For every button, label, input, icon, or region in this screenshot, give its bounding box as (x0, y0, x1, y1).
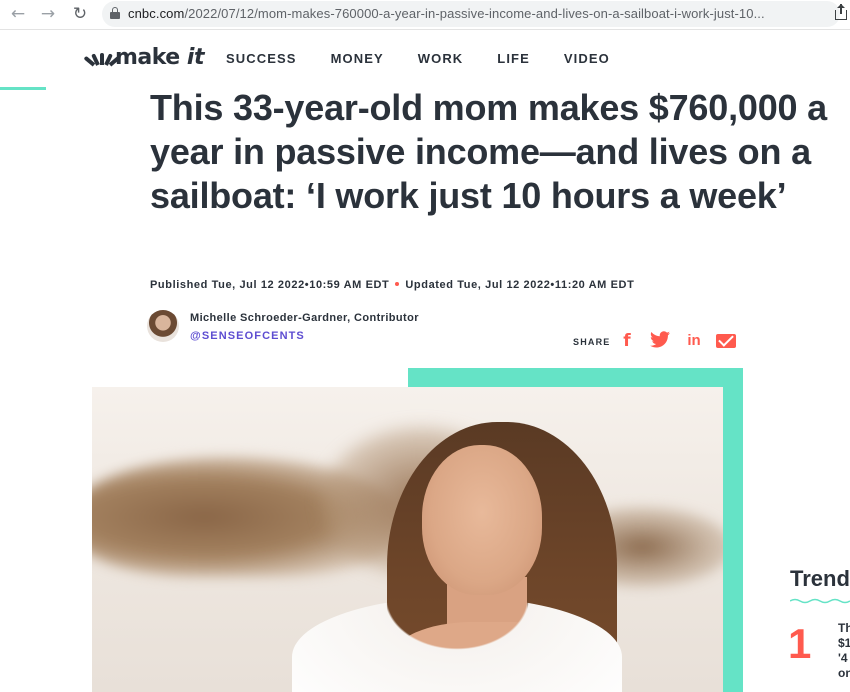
share-icon[interactable] (834, 4, 848, 20)
nav-success[interactable]: SUCCESS (226, 51, 297, 66)
share-label: SHARE (573, 337, 611, 347)
facebook-icon[interactable]: f (621, 331, 633, 351)
forward-arrow-icon[interactable]: → (38, 4, 58, 24)
hero-photo (92, 387, 723, 692)
linkedin-icon[interactable]: in (685, 331, 703, 351)
url-text: cnbc.com/2022/07/12/mom-makes-760000-a-y… (128, 6, 765, 21)
nav-work[interactable]: WORK (418, 51, 464, 66)
author-handle-link[interactable]: @SENSEOFCENTS (190, 330, 305, 342)
back-arrow-icon[interactable]: ← (8, 4, 28, 24)
accent-bar (0, 87, 46, 90)
reload-icon[interactable]: ↻ (70, 4, 90, 24)
browser-toolbar: ← → ↻ cnbc.com/2022/07/12/mom-makes-7600… (0, 0, 850, 30)
author-name: Michelle Schroeder-Gardner, Contributor (190, 312, 419, 324)
updated-date: Updated Tue, Jul 12 2022•11:20 AM EDT (405, 279, 635, 291)
nav-money[interactable]: MONEY (331, 51, 384, 66)
logo-wordmark: make it (115, 45, 204, 70)
article-dates: Published Tue, Jul 12 2022•10:59 AM EDT U… (150, 279, 634, 291)
trending-item-link[interactable]: Th $1 '4 on (838, 621, 850, 681)
date-separator (395, 282, 400, 287)
trending-title: Trending (790, 566, 850, 591)
cnbc-make-it-logo[interactable]: make it (83, 45, 204, 70)
twitter-icon[interactable] (650, 331, 670, 351)
lock-icon (110, 7, 120, 19)
published-date: Published Tue, Jul 12 2022•10:59 AM EDT (150, 279, 390, 291)
nav-life[interactable]: LIFE (497, 51, 530, 66)
article-headline: This 33-year-old mom makes $760,000 a ye… (150, 87, 827, 216)
author-avatar[interactable] (147, 310, 179, 342)
site-nav: SUCCESS MONEY WORK LIFE VIDEO (226, 51, 644, 66)
address-bar[interactable]: cnbc.com/2022/07/12/mom-makes-760000-a-y… (102, 1, 840, 27)
email-icon[interactable] (716, 334, 736, 348)
nav-video[interactable]: VIDEO (564, 51, 610, 66)
trending-wave-divider (790, 598, 850, 604)
trending-rank: 1 (788, 620, 812, 667)
peacock-icon (83, 51, 121, 67)
